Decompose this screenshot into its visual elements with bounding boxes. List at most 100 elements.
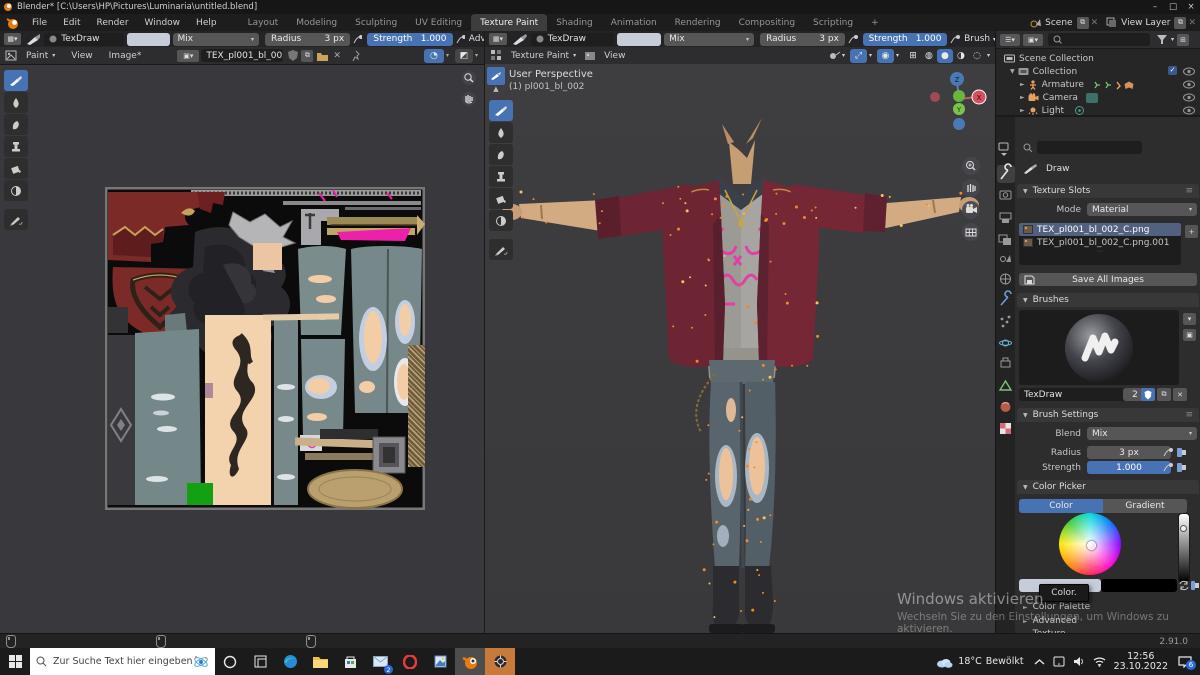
paint-mask-icon[interactable] <box>584 50 596 62</box>
tool-smear[interactable] <box>4 114 28 135</box>
collection-hide-icon[interactable] <box>1183 67 1195 76</box>
close-button[interactable]: × <box>1182 2 1200 12</box>
workspace-tab-compositing[interactable]: Compositing <box>730 14 804 31</box>
weather-temp[interactable]: 18°C <box>958 656 981 667</box>
brushes-panel-header[interactable]: ▼Brushes <box>1017 293 1199 307</box>
vp-tool-soften[interactable] <box>489 122 513 143</box>
workspace-tab-uv-editing[interactable]: UV Editing <box>406 14 471 31</box>
color-palette-section[interactable]: ►Color Palette <box>1017 601 1199 613</box>
menu-edit[interactable]: Edit <box>55 14 88 31</box>
radius-prop-slider[interactable]: 3 px <box>1087 446 1171 459</box>
secondary-color-swatch[interactable] <box>1101 579 1177 592</box>
minimize-button[interactable]: – <box>1146 2 1164 12</box>
shading-rendered-icon[interactable]: ◌ <box>969 49 985 63</box>
vp-tool-draw[interactable] <box>489 100 513 121</box>
open-image-folder-icon[interactable] <box>316 50 329 62</box>
workspace-tab-texture-paint[interactable]: Texture Paint <box>471 14 547 31</box>
menu-render[interactable]: Render <box>89 14 137 31</box>
viewport-radius-pressure-icon[interactable] <box>847 33 858 45</box>
opera-icon[interactable] <box>395 648 425 675</box>
strength-unit-toggle[interactable] <box>1176 462 1187 473</box>
show-gizmo-icon[interactable] <box>828 50 841 61</box>
properties-search[interactable] <box>1023 141 1142 154</box>
vp-tool-fill[interactable] <box>489 188 513 209</box>
workspace-tab-modeling[interactable]: Modeling <box>287 14 346 31</box>
blend-mode-dropdown[interactable]: Mix▾ <box>173 33 260 46</box>
outliner-collection[interactable]: ▼ Collection ✓ <box>996 65 1200 78</box>
outliner-camera[interactable]: ► Camera <box>996 91 1200 104</box>
save-all-images-button[interactable]: Save All Images <box>1019 273 1197 286</box>
advanced-section[interactable]: ►Advanced <box>1017 615 1199 627</box>
view-layer-selector[interactable]: View Layer <box>1117 18 1174 28</box>
duplicate-brush-button[interactable]: ⧉ <box>1157 388 1171 401</box>
outliner-filter-icon[interactable]: ▣▾ <box>1023 34 1043 46</box>
shading-material-icon[interactable]: ● <box>937 49 953 63</box>
tray-chevron-icon[interactable] <box>1034 658 1045 666</box>
brush-preview[interactable] <box>1019 310 1179 385</box>
viewport-brush-datablock[interactable]: TexDraw <box>531 33 614 46</box>
strength-prop-slider[interactable]: 1.000 <box>1087 461 1171 474</box>
outliner-scene-collection[interactable]: Scene Collection <box>996 52 1200 65</box>
pin-icon[interactable] <box>351 50 362 62</box>
clock[interactable]: 12:56 23.10.2022 <box>1114 652 1168 672</box>
workspace-tab-sculpting[interactable]: Sculpting <box>346 14 406 31</box>
light-hide-icon[interactable] <box>1183 106 1195 115</box>
radius-pressure-icon[interactable] <box>352 33 362 45</box>
strength-pressure-icon[interactable] <box>455 33 465 45</box>
brush-popover[interactable]: Brush ▾ <box>964 34 996 44</box>
gizmos-toggle-icon[interactable]: ⤢ <box>850 49 867 63</box>
radius-pressure-toggle[interactable] <box>1163 447 1174 458</box>
workspace-tab-rendering[interactable]: Rendering <box>666 14 730 31</box>
brush-settings-panel-header[interactable]: ▼Brush Settings ≡ <box>1017 408 1199 422</box>
fake-user-shield-icon[interactable] <box>287 49 299 62</box>
workspace-tab-animation[interactable]: Animation <box>602 14 666 31</box>
pan-hand-icon[interactable] <box>460 90 478 108</box>
viewport-color-swatch[interactable] <box>617 33 661 46</box>
editor-type-icon[interactable] <box>5 49 18 62</box>
add-workspace-button[interactable]: + <box>862 14 888 31</box>
vp-tool-smear[interactable] <box>489 144 513 165</box>
properties-search-input[interactable] <box>1037 141 1142 154</box>
shading-lookdev-icon[interactable]: ◑ <box>953 49 969 63</box>
viewport-view-menu[interactable]: View <box>596 47 633 64</box>
outliner-armature[interactable]: ► Armature <box>996 78 1200 91</box>
interaction-mode-dropdown[interactable]: Texture Paint▾ <box>503 47 584 64</box>
sample-color-icon[interactable] <box>1190 580 1200 591</box>
color-tab[interactable]: Color <box>1019 499 1103 513</box>
workspace-tab-scripting[interactable]: Scripting <box>804 14 862 31</box>
zoom-icon[interactable] <box>460 69 478 87</box>
outliner-search-input[interactable] <box>1048 33 1150 46</box>
value-slider-knob[interactable] <box>1180 525 1187 532</box>
shading-wireframe-icon[interactable]: ⊞ <box>905 49 921 63</box>
active-app-icon[interactable] <box>485 648 515 675</box>
image-view-menu[interactable]: View <box>63 47 100 64</box>
value-slider[interactable] <box>1178 513 1190 583</box>
brush-preview-expand[interactable]: ▾ <box>1183 313 1196 325</box>
image-canvas[interactable] <box>0 64 484 633</box>
maximize-button[interactable]: □ <box>1164 2 1182 12</box>
tool-fill[interactable] <box>4 158 28 179</box>
menu-window[interactable]: Window <box>137 14 189 31</box>
texture-slots-panel-header[interactable]: ▼Texture Slots ≡ <box>1017 184 1199 198</box>
menu-file[interactable]: File <box>24 14 55 31</box>
file-explorer-icon[interactable] <box>305 648 335 675</box>
vp-tool-mask[interactable] <box>489 210 513 231</box>
search-highlight-atom-icon[interactable] <box>193 654 209 670</box>
tool-mask[interactable] <box>4 180 28 201</box>
workspace-tab-shading[interactable]: Shading <box>547 14 602 31</box>
remove-view-layer-button[interactable]: ✕ <box>1188 18 1196 28</box>
task-view-icon[interactable] <box>245 648 275 675</box>
brush-preview-image-icon[interactable]: ▣ <box>1183 329 1196 341</box>
browse-image-icon[interactable]: ▣▾ <box>177 50 199 62</box>
viewport-strength-pressure-icon[interactable] <box>949 33 960 45</box>
strength-slider[interactable]: Strength1.000 <box>367 33 452 46</box>
photos-app-icon[interactable] <box>425 648 455 675</box>
tool-soften[interactable] <box>4 92 28 113</box>
overlays-toggle-icon[interactable]: ◉ <box>877 49 894 63</box>
outliner-new-collection-icon[interactable]: ⊞ <box>1177 34 1189 46</box>
brush-color-swatch[interactable] <box>127 33 170 46</box>
radius-slider[interactable]: Radius3 px <box>265 33 350 46</box>
camera-hide-icon[interactable] <box>1183 93 1195 102</box>
axis-gizmo[interactable]: Z Y X <box>925 66 995 256</box>
brush-name-field[interactable]: TexDraw <box>1019 388 1129 401</box>
